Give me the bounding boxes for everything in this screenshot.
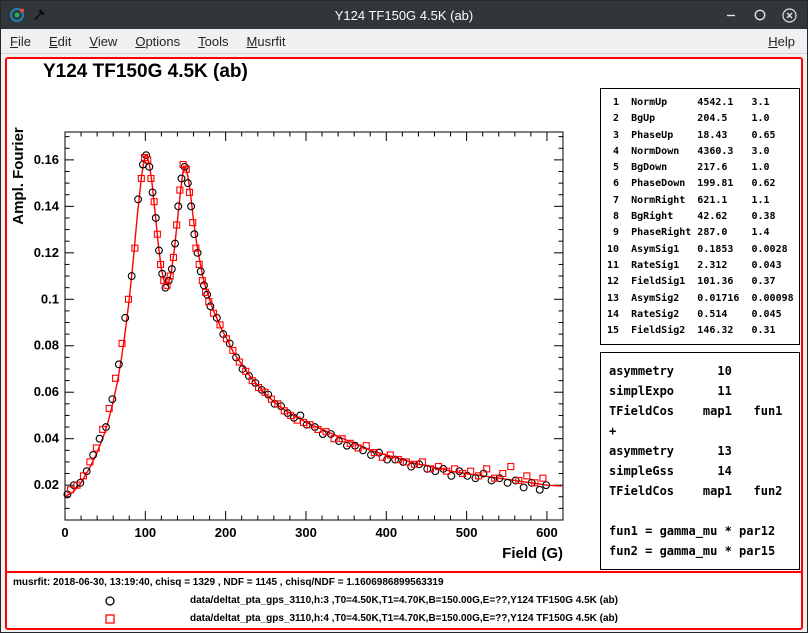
pin-icon — [31, 7, 47, 23]
svg-text:Ampl. Fourier: Ampl. Fourier — [10, 127, 27, 225]
application-window: Y124 TF150G 4.5K (ab) Fil — [0, 0, 808, 633]
menu-item-help[interactable]: Help — [756, 30, 807, 53]
param-row: 6 PhaseDown 199.81 0.62 — [607, 176, 799, 192]
square-marker-icon — [104, 613, 116, 625]
theory-line: + — [609, 421, 799, 441]
param-row: 13 AsymSig2 0.01716 0.00098 — [607, 291, 799, 307]
menu-item-file[interactable]: File — [1, 30, 40, 53]
minimize-button[interactable] — [723, 7, 739, 23]
legend-row: data/deltat_pta_gps_3110,h:3 ,T0=4.50K,T… — [7, 592, 801, 610]
theory-box[interactable]: asymmetry 10simplExpo 11TFieldCos map1 f… — [600, 352, 800, 570]
param-row: 9 PhaseRight 287.0 1.4 — [607, 225, 799, 241]
titlebar[interactable]: Y124 TF150G 4.5K (ab) — [1, 1, 807, 29]
legend-label: data/deltat_pta_gps_3110,h:4 ,T0=4.50K,T… — [7, 610, 801, 628]
theory-line — [609, 501, 799, 521]
minimize-icon — [723, 7, 739, 23]
footer: musrfit: 2018-06-30, 13:19:40, chisq = 1… — [7, 573, 801, 628]
fit-info: musrfit: 2018-06-30, 13:19:40, chisq = 1… — [13, 577, 801, 592]
param-row: 15 FieldSig2 146.32 0.31 — [607, 323, 799, 339]
close-icon — [781, 7, 797, 24]
param-row: 3 PhaseUp 18.43 0.65 — [607, 128, 799, 144]
svg-text:0.06: 0.06 — [34, 384, 59, 399]
menu-item-options[interactable]: Options — [126, 30, 189, 53]
svg-text:0.04: 0.04 — [34, 431, 60, 446]
fourier-plot[interactable]: 0 100 200 300 400 500 600 0.02 0.04 0.06 0.08 0.1 0.… — [7, 59, 597, 564]
window-title: Y124 TF150G 4.5K (ab) — [1, 8, 807, 23]
menubar: File Edit View Options Tools Musrfit Hel… — [1, 29, 807, 54]
svg-text:0.14: 0.14 — [34, 198, 60, 213]
svg-text:0.16: 0.16 — [34, 152, 59, 167]
param-row: 1 NormUp 4542.1 3.1 — [607, 95, 799, 111]
theory-line: TFieldCos map1 fun1 — [609, 401, 799, 421]
svg-text:0.12: 0.12 — [34, 245, 59, 260]
theory-line: simplExpo 11 — [609, 381, 799, 401]
param-row: 2 BgUp 204.5 1.0 — [607, 111, 799, 127]
legend-row: data/deltat_pta_gps_3110,h:4 ,T0=4.50K,T… — [7, 610, 801, 628]
svg-text:600: 600 — [536, 525, 558, 540]
maximize-icon — [752, 7, 768, 23]
legend-label: data/deltat_pta_gps_3110,h:3 ,T0=4.50K,T… — [7, 592, 801, 610]
root-canvas: Y124 TF150G 4.5K (ab) 010020030040050060… — [5, 57, 803, 630]
svg-text:400: 400 — [375, 525, 397, 540]
param-row: 14 RateSig2 0.514 0.045 — [607, 307, 799, 323]
param-row: 12 FieldSig1 101.36 0.37 — [607, 274, 799, 290]
svg-text:0.02: 0.02 — [34, 477, 59, 492]
menu-item-view[interactable]: View — [80, 30, 126, 53]
svg-text:300: 300 — [295, 525, 317, 540]
legend-rows: data/deltat_pta_gps_3110,h:3 ,T0=4.50K,T… — [7, 592, 801, 628]
param-row: 8 BgRight 42.62 0.38 — [607, 209, 799, 225]
theory-line: simpleGss 14 — [609, 461, 799, 481]
menu-item-tools[interactable]: Tools — [189, 30, 237, 53]
menu-item-musrfit[interactable]: Musrfit — [238, 30, 295, 53]
theory-line: asymmetry 10 — [609, 361, 799, 381]
app-icon — [9, 7, 25, 23]
svg-text:0: 0 — [61, 525, 68, 540]
param-row: 11 RateSig1 2.312 0.043 — [607, 258, 799, 274]
svg-text:0.08: 0.08 — [34, 338, 59, 353]
theory-line: TFieldCos map1 fun2 — [609, 481, 799, 501]
param-row: 7 NormRight 621.1 1.1 — [607, 193, 799, 209]
param-row: 5 BgDown 217.6 1.0 — [607, 160, 799, 176]
param-row: 10 AsymSig1 0.1853 0.0028 — [607, 242, 799, 258]
menu-item-edit[interactable]: Edit — [40, 30, 80, 53]
circle-marker-icon — [104, 595, 116, 607]
theory-line: fun1 = gamma_mu * par12 — [609, 521, 799, 541]
theory-line: fun2 = gamma_mu * par15 — [609, 541, 799, 561]
param-box[interactable]: 1 NormUp 4542.1 3.1 2 BgUp 204.5 1.0 3 P… — [600, 88, 800, 345]
svg-text:500: 500 — [456, 525, 478, 540]
svg-text:0.1: 0.1 — [41, 291, 59, 306]
close-button[interactable] — [781, 7, 797, 23]
svg-text:200: 200 — [215, 525, 237, 540]
maximize-button[interactable] — [752, 7, 768, 23]
theory-line: asymmetry 13 — [609, 441, 799, 461]
svg-text:100: 100 — [134, 525, 156, 540]
svg-text:Field (G): Field (G) — [502, 545, 563, 562]
plot-canvas[interactable]: Y124 TF150G 4.5K (ab) 010020030040050060… — [7, 59, 801, 571]
param-row: 4 NormDown 4360.3 3.0 — [607, 144, 799, 160]
